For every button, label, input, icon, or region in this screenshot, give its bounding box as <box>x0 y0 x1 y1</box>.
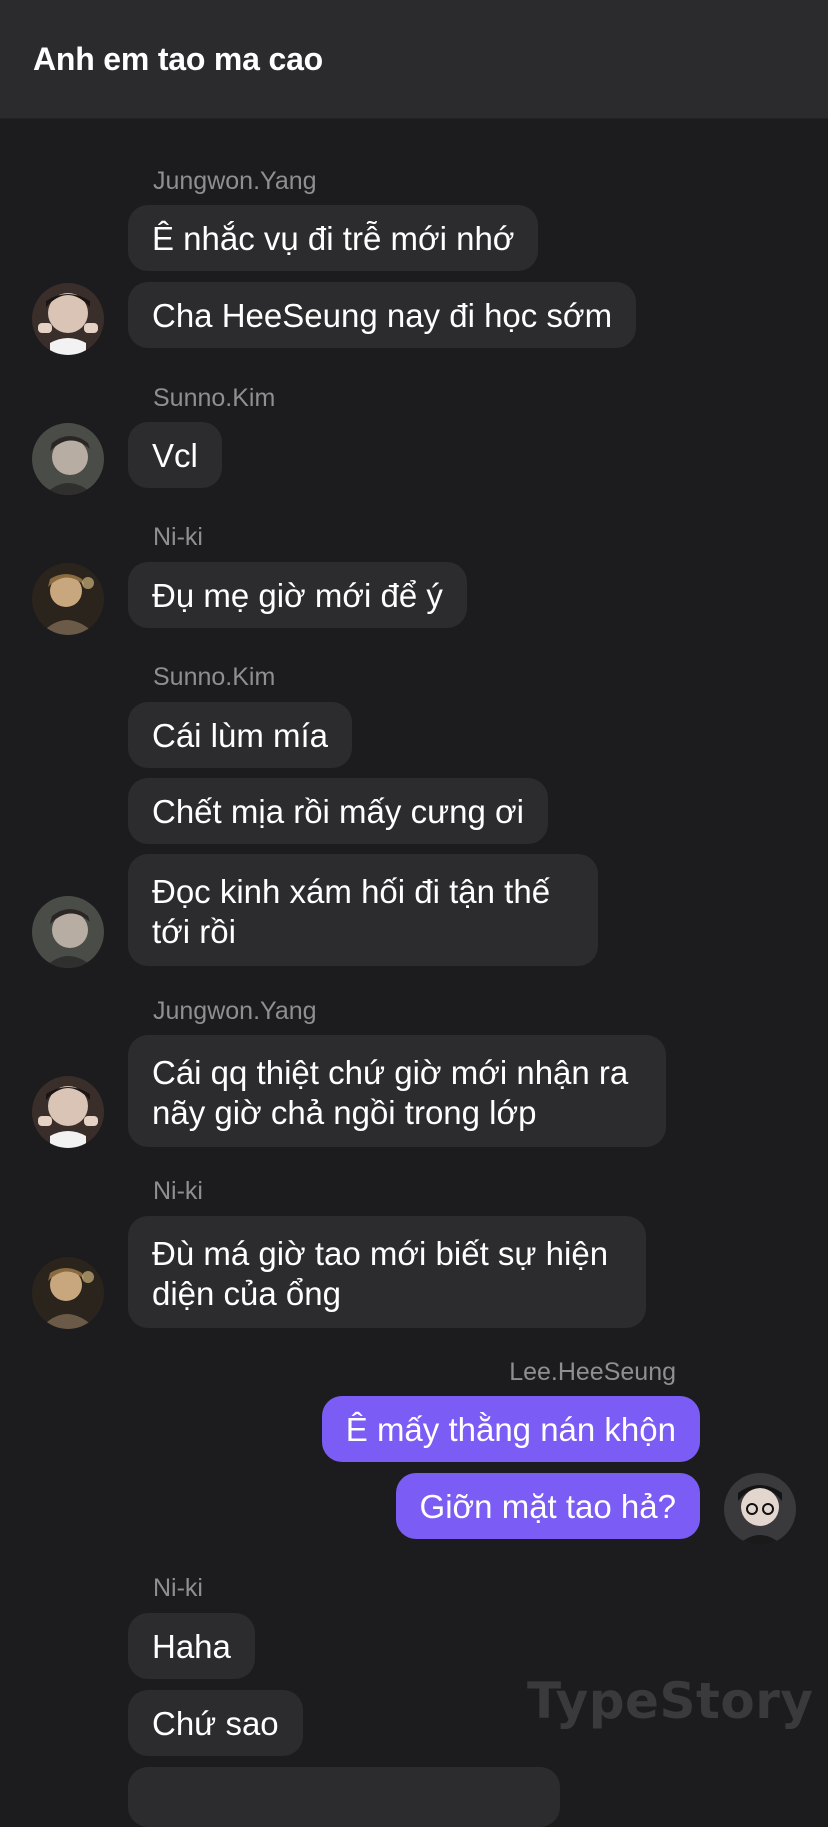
sender-name: Sunno.Kim <box>153 384 276 412</box>
message-bubble[interactable]: Đù má giờ tao mới biết sự hiện diện của … <box>128 1216 646 1328</box>
message-bubble[interactable]: Cha HeeSeung nay đi học sớm <box>128 282 637 348</box>
message-bubble[interactable]: Ê mấy thằng nán khộn <box>321 1396 700 1462</box>
avatar-heeseung[interactable] <box>724 1473 796 1545</box>
sender-name: Ni-ki <box>153 1177 203 1205</box>
avatar-jungwon[interactable] <box>32 1076 104 1148</box>
sender-name: Jungwon.Yang <box>153 997 317 1025</box>
chat-header: Anh em tao ma cao <box>0 0 828 119</box>
sender-name: Lee.HeeSeung <box>509 1358 676 1386</box>
message-bubble-partial[interactable] <box>128 1767 560 1827</box>
message-bubble[interactable]: Cái qq thiệt chứ giờ mới nhận ra nãy giờ… <box>128 1035 666 1147</box>
message-bubble[interactable]: Haha <box>128 1613 255 1679</box>
chat-title: Anh em tao ma cao <box>33 41 324 77</box>
message-bubble[interactable]: Giỡn mặt tao hả? <box>395 1473 700 1539</box>
message-bubble[interactable]: Chết mịa rồi mấy cưng ơi <box>128 778 549 844</box>
avatar-niki[interactable] <box>32 563 104 635</box>
sender-name: Ni-ki <box>153 1574 203 1602</box>
sender-name: Sunno.Kim <box>153 663 276 691</box>
watermark-logo: TypeStory <box>527 1672 814 1730</box>
message-bubble[interactable]: Vcl <box>128 422 222 488</box>
message-bubble[interactable]: Đụ mẹ giờ mới để ý <box>128 562 467 628</box>
message-bubble[interactable]: Đọc kinh xám hối đi tận thế tới rồi <box>128 854 598 966</box>
avatar-niki[interactable] <box>32 1257 104 1329</box>
avatar-sunno[interactable] <box>32 896 104 968</box>
sender-name: Jungwon.Yang <box>153 167 317 195</box>
message-bubble[interactable]: Chứ sao <box>128 1690 303 1756</box>
sender-name: Ni-ki <box>153 523 203 551</box>
message-bubble[interactable]: Cái lùm mía <box>128 702 353 768</box>
avatar-jungwon[interactable] <box>32 283 104 355</box>
message-bubble[interactable]: Ê nhắc vụ đi trễ mới nhớ <box>128 205 539 271</box>
avatar-sunno[interactable] <box>32 423 104 495</box>
